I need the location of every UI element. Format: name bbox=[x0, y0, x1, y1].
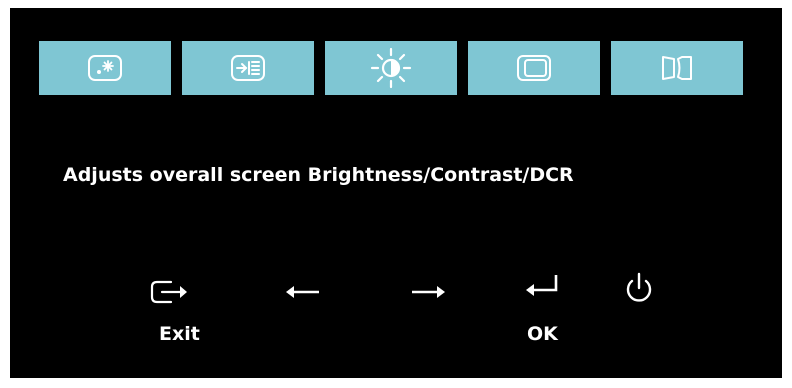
exit-button[interactable] bbox=[149, 277, 189, 307]
tab-image-position[interactable] bbox=[468, 41, 600, 95]
power-button[interactable] bbox=[621, 270, 657, 306]
tab-input-signal[interactable] bbox=[182, 41, 314, 95]
brightness-contrast-icon bbox=[370, 47, 412, 89]
ok-label: OK bbox=[527, 323, 558, 345]
menu-description: Adjusts overall screen Brightness/Contra… bbox=[63, 164, 574, 186]
ok-button[interactable] bbox=[523, 272, 563, 302]
arrow-left-button[interactable] bbox=[283, 282, 323, 302]
exit-label: Exit bbox=[159, 323, 200, 345]
image-position-icon bbox=[517, 55, 551, 81]
image-setup-icon bbox=[662, 56, 692, 80]
input-signal-icon bbox=[231, 55, 265, 81]
exit-icon bbox=[150, 280, 187, 304]
osd-menu-panel: Adjusts overall screen Brightness/Contra… bbox=[10, 8, 782, 378]
power-icon bbox=[626, 272, 652, 302]
arrow-right-button[interactable] bbox=[408, 282, 448, 302]
tab-image-setup[interactable] bbox=[611, 41, 743, 95]
arrow-left-icon bbox=[286, 286, 319, 298]
display-settings-icon bbox=[88, 55, 122, 81]
enter-icon bbox=[526, 275, 558, 296]
tab-brightness-contrast[interactable] bbox=[325, 41, 457, 95]
arrow-right-icon bbox=[412, 286, 445, 298]
tab-display-settings[interactable] bbox=[39, 41, 171, 95]
